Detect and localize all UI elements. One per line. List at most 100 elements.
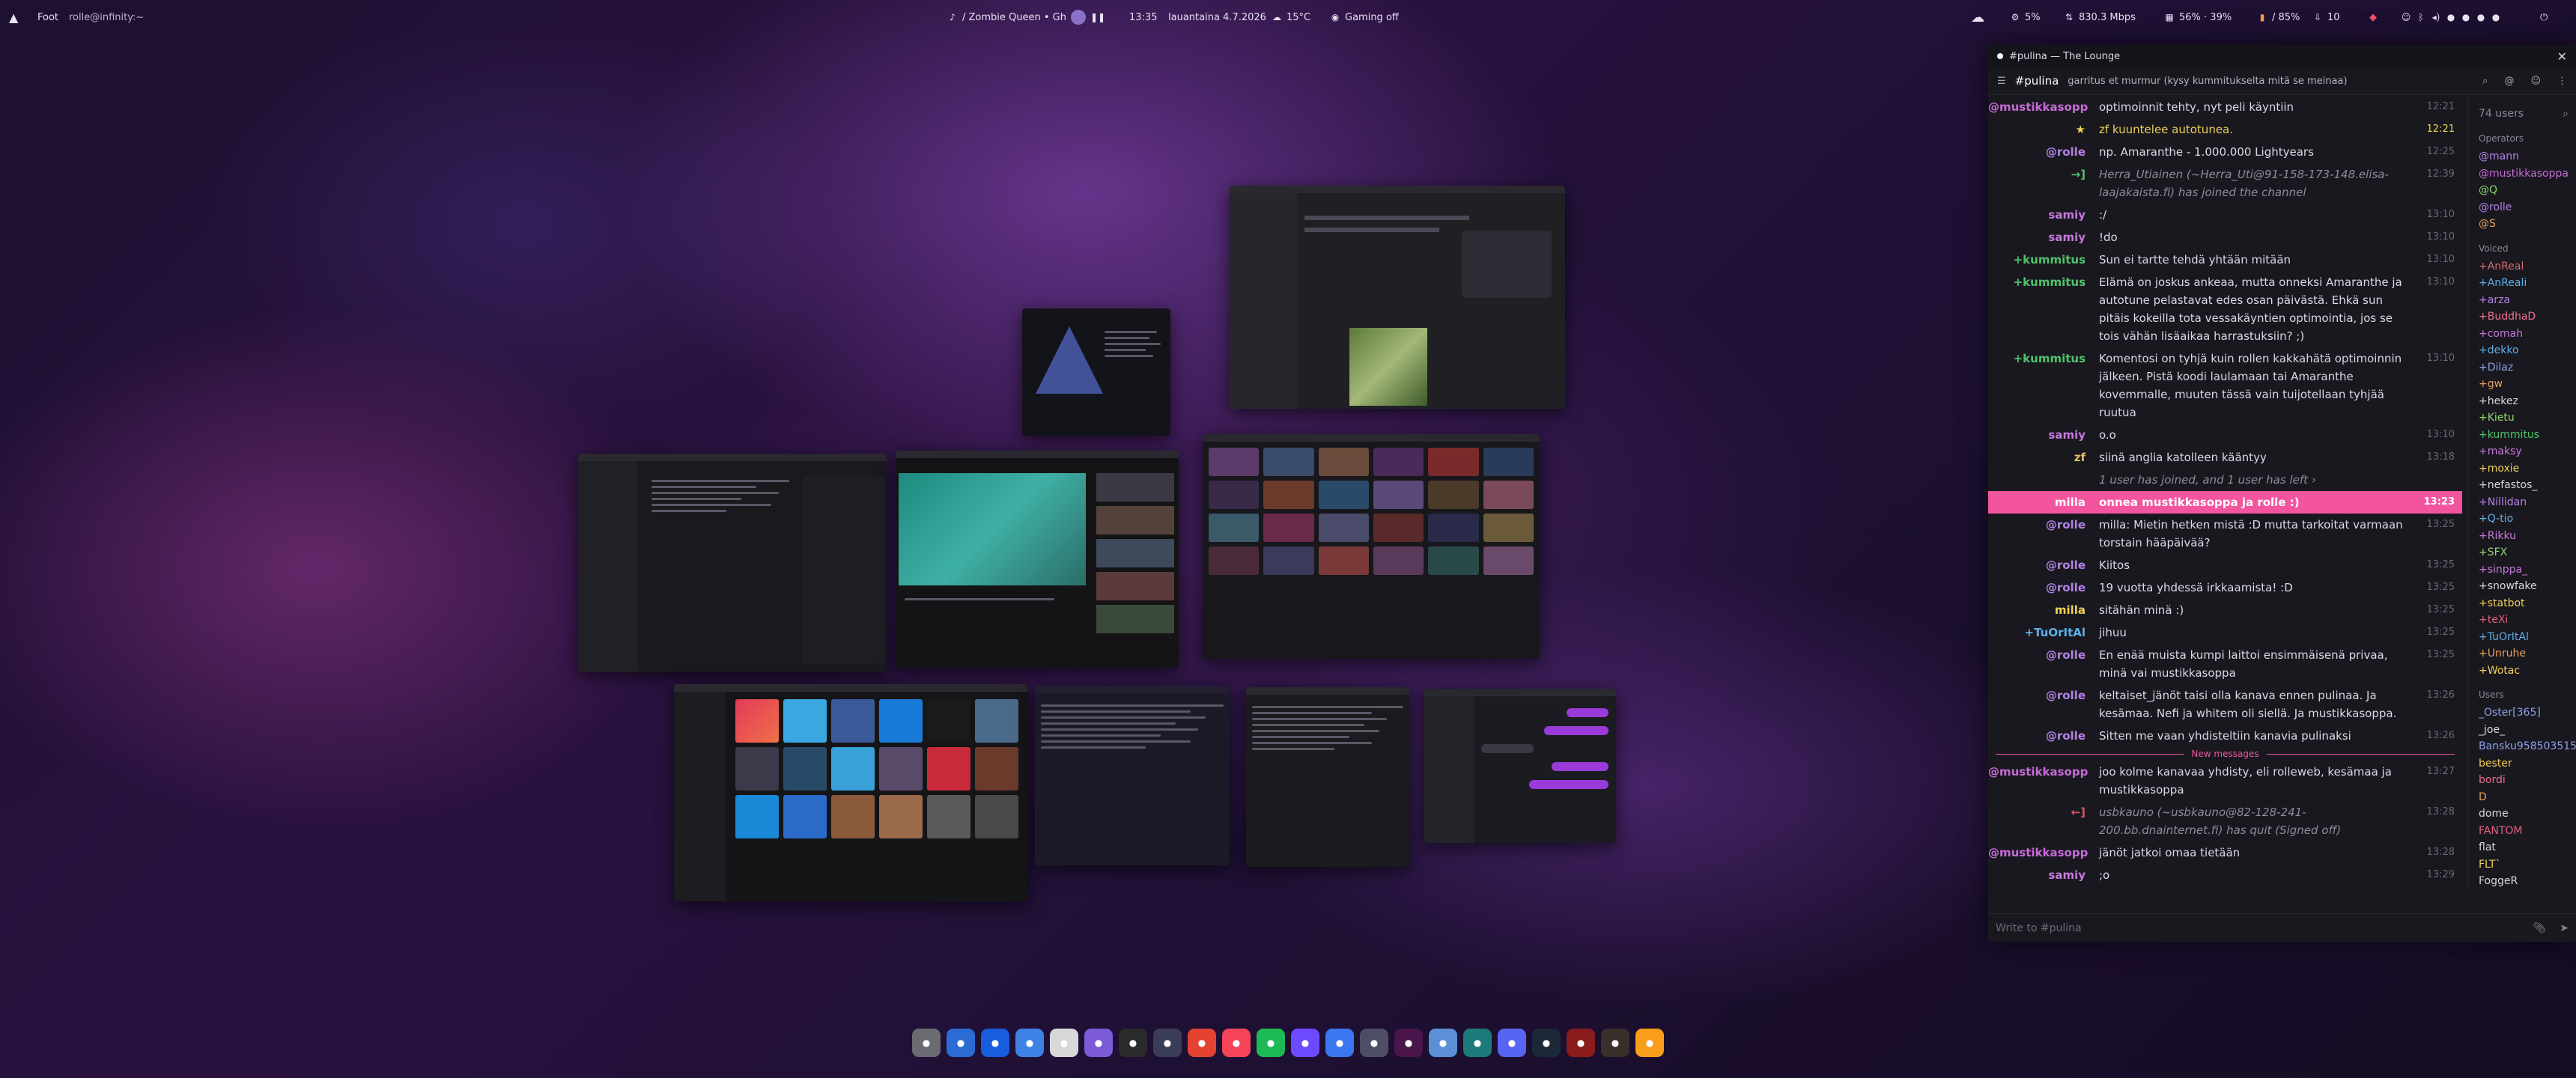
game-red-icon[interactable]: ● [1567,1029,1595,1057]
terminal-icon[interactable]: ● [1119,1029,1147,1057]
tray-app-icon[interactable]: ● [2491,12,2501,22]
user-list-item[interactable]: +statbot [2479,595,2576,612]
chromium-icon[interactable]: ● [1015,1029,1044,1057]
window-thumb-messenger[interactable] [1424,689,1616,843]
user-list-item[interactable]: FoggeR [2479,873,2576,889]
window-thumb-chat-text[interactable] [1246,687,1409,867]
1password-icon[interactable]: ● [947,1029,975,1057]
user-list-item[interactable]: +comah [2479,326,2576,343]
send-icon[interactable]: ➤ [2560,922,2569,934]
mentions-icon[interactable]: @ [2504,76,2514,87]
signal-icon[interactable]: ● [1325,1029,1354,1057]
user-list-item[interactable]: +SFX [2479,544,2576,561]
search-users-icon[interactable]: ⌕ [2563,108,2569,120]
user-list-item[interactable]: FLT` [2479,856,2576,874]
clock-date[interactable]: lauantaina 4.7.2026 [1168,0,1266,34]
user-list-item[interactable]: @mann [2479,148,2576,165]
user-list-item[interactable]: +snowfake [2479,578,2576,595]
message-nick[interactable]: samiy [1988,866,2099,884]
message-nick[interactable]: @rolle [1988,579,2099,597]
user-list-item[interactable]: +Wotac [2479,663,2576,680]
users-icon[interactable]: ☺ [2530,76,2541,87]
message-nick[interactable]: @rolle [1988,556,2099,574]
user-list-item[interactable]: +TuOrItAl [2479,629,2576,646]
play-pause-icon[interactable]: ❚❚ [1090,12,1105,22]
user-list-item[interactable]: +Nillidan [2479,494,2576,511]
message-nick[interactable]: +kummitus [1988,273,2099,345]
window-thumb-music-library[interactable] [674,684,1027,901]
vlc-icon[interactable]: ● [1153,1029,1182,1057]
user-list-item[interactable]: +Kietu [2479,409,2576,427]
user-list-item[interactable]: +AnReali [2479,275,2576,292]
steam-icon[interactable]: ● [1532,1029,1561,1057]
user-list-item[interactable]: +dekko [2479,342,2576,359]
message-nick[interactable]: ★ [1988,121,2099,138]
person-icon[interactable]: ☺ [2401,12,2411,22]
notification-icon[interactable]: ◆ [2369,0,2377,34]
user-list-item[interactable]: dome [2479,806,2576,823]
volume-icon[interactable]: ◂) [2431,12,2441,22]
user-list-item[interactable]: +gw [2479,376,2576,393]
menu-icon[interactable]: ☰ [1997,76,2006,87]
todoist-icon[interactable]: ● [1188,1029,1216,1057]
user-list-item[interactable]: @S [2479,216,2576,233]
message-nick[interactable]: @mustikkasopp [1988,763,2099,799]
clock-time[interactable]: 13:35 [1129,0,1157,34]
message-nick[interactable]: milla [1988,493,2099,511]
message-nick[interactable]: +kummitus [1988,251,2099,269]
user-list-item[interactable]: flat [2479,839,2576,856]
launcher-icon[interactable]: ▲ [9,0,18,34]
user-list-item[interactable]: @Q [2479,182,2576,199]
attach-icon[interactable]: 📎︎ [2533,922,2546,934]
window-thumb-document[interactable] [1035,686,1230,865]
slack-icon[interactable]: ● [1394,1029,1423,1057]
message-nick[interactable]: zf [1988,448,2099,466]
game-dark-icon[interactable]: ● [1601,1029,1629,1057]
ghost-icon[interactable]: ● [1050,1029,1078,1057]
message-nick[interactable]: @rolle [1988,686,2099,722]
battery-widget[interactable]: ▮ / 85% [2257,0,2300,34]
search-icon[interactable]: ⌕ [2482,76,2488,87]
user-list-item[interactable]: +sinppa_ [2479,561,2576,579]
user-list-item[interactable]: +maksy [2479,443,2576,460]
message-nick[interactable]: samiy [1988,206,2099,224]
user-list-item[interactable]: +Rikku [2479,528,2576,545]
window-thumb-editor[interactable] [578,454,887,672]
spotify-icon[interactable]: ● [1257,1029,1285,1057]
user-list-item[interactable]: +BuddhaD [2479,308,2576,326]
gaming-mode[interactable]: ◉ Gaming off [1330,0,1399,34]
message-nick[interactable]: @rolle [1988,143,2099,161]
obsidian-icon[interactable]: ● [1084,1029,1113,1057]
user-list-item[interactable]: Bansku958503515 [2479,738,2576,755]
tray-app-icon[interactable]: ● [2476,12,2486,22]
user-list-item[interactable]: +Dilaz [2479,359,2576,377]
message-nick[interactable]: →] [1988,165,2099,201]
user-list-item[interactable]: _Oster[365] [2479,704,2576,722]
message-nick[interactable]: samiy [1988,426,2099,444]
user-list-item[interactable]: +moxie [2479,460,2576,478]
message-nick[interactable]: @mustikkasopp [1988,844,2099,862]
close-icon[interactable]: ✕ [2557,49,2567,64]
tray-app-icon[interactable]: ● [2461,12,2471,22]
more-icon[interactable]: ⋮ [2557,76,2567,87]
message-nick[interactable]: ←] [1988,803,2099,839]
message-nick[interactable]: milla [1988,601,2099,619]
window-thumb-terminal-fetch[interactable] [1022,308,1170,436]
window-titlebar[interactable]: #pulina — The Lounge ✕ [1988,45,2576,67]
user-list-item[interactable]: +Unruhe [2479,645,2576,663]
overwatch-icon[interactable]: ● [1635,1029,1664,1057]
message-nick[interactable]: +kummitus [1988,350,2099,421]
window-thumb-image-search[interactable] [1203,434,1540,659]
user-list-item[interactable]: bordi [2479,772,2576,789]
weather-widget[interactable]: ☁ 15°C [1272,0,1310,34]
power-icon[interactable]: ⏻ [2540,0,2548,34]
message-nick[interactable]: @rolle [1988,646,2099,682]
bitwarden-icon[interactable]: ● [981,1029,1009,1057]
user-list-item[interactable]: +AnReal [2479,258,2576,275]
thelounge-icon[interactable]: ● [1429,1029,1457,1057]
user-list-item[interactable]: +arza [2479,292,2576,309]
updates-widget[interactable]: ⇩ 10 [2312,0,2340,34]
user-list-item[interactable]: _joe_ [2479,722,2576,739]
user-list-item[interactable]: +Q-tio [2479,511,2576,528]
window-thumb-youtube[interactable] [896,451,1179,668]
